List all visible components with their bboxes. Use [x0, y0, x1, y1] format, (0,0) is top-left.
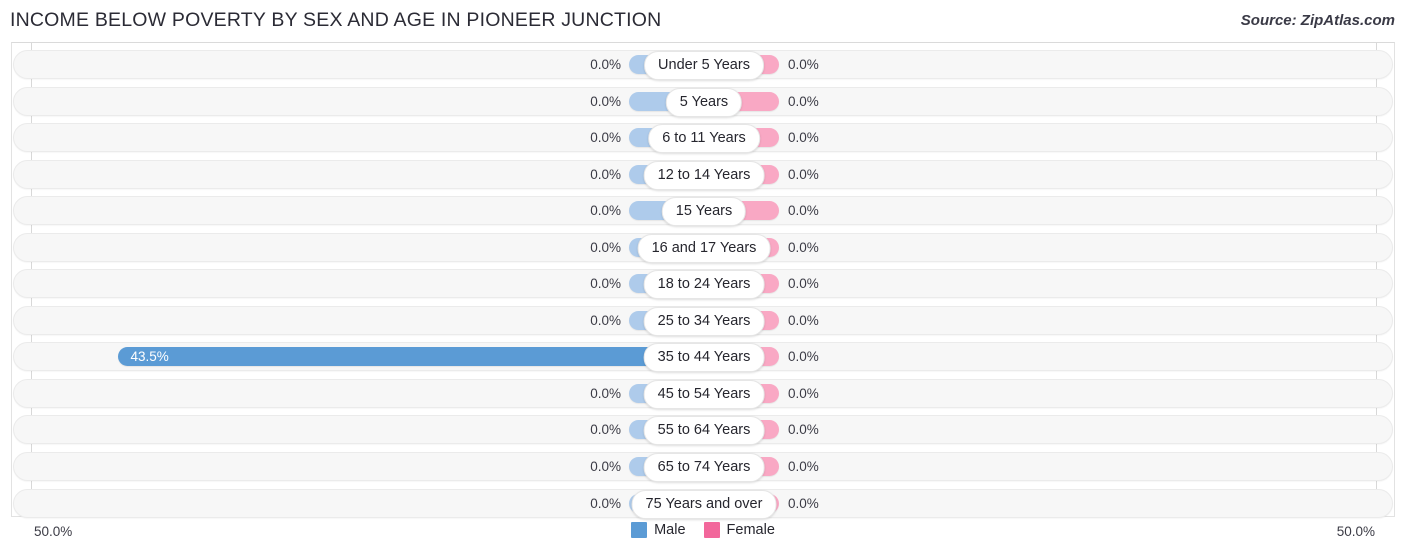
value-label-male: 0.0%: [590, 459, 621, 475]
value-label-female: 0.0%: [788, 203, 819, 219]
legend-swatch-icon: [631, 522, 648, 538]
value-label-female: 0.0%: [788, 239, 819, 255]
chart-row: 0.0% 0.0% 18 to 24 Years: [12, 269, 1394, 300]
value-label-male: 0.0%: [590, 422, 621, 438]
value-label-male: 0.0%: [590, 166, 621, 182]
chart-row: 0.0% 0.0% 15 Years: [12, 196, 1394, 227]
category-label: 45 to 54 Years: [643, 379, 765, 409]
value-label-male: 0.0%: [590, 312, 621, 328]
category-label: 75 Years and over: [631, 489, 777, 519]
chart-row: 43.5% 0.0% 35 to 44 Years: [12, 342, 1394, 373]
page-title: INCOME BELOW POVERTY BY SEX AND AGE IN P…: [10, 9, 662, 31]
value-label-female: 0.0%: [788, 130, 819, 146]
value-label-female: 0.0%: [788, 459, 819, 475]
value-label-male: 0.0%: [590, 495, 621, 511]
value-label-male: 0.0%: [590, 130, 621, 146]
chart-row: 0.0% 0.0% 12 to 14 Years: [12, 159, 1394, 190]
legend-label: Female: [726, 522, 775, 538]
category-label: 16 and 17 Years: [637, 233, 771, 263]
chart-row: 0.0% 0.0% 45 to 54 Years: [12, 378, 1394, 409]
value-label-male: 0.0%: [590, 276, 621, 292]
category-label: Under 5 Years: [644, 51, 764, 80]
value-label-female: 0.0%: [788, 312, 819, 328]
legend-item[interactable]: Female: [703, 522, 775, 538]
chart-row: 0.0% 0.0% 55 to 64 Years: [12, 415, 1394, 446]
chart-row: 0.0% 0.0% 65 to 74 Years: [12, 452, 1394, 483]
value-label-female: 0.0%: [788, 276, 819, 292]
value-label-male: 43.5%: [130, 349, 169, 365]
chart-row: 0.0% 0.0% 25 to 34 Years: [12, 305, 1394, 336]
category-label: 15 Years: [661, 197, 747, 227]
value-label-female: 0.0%: [788, 166, 819, 182]
legend-item[interactable]: Male: [631, 522, 686, 538]
category-label: 25 to 34 Years: [643, 306, 765, 336]
category-label: 35 to 44 Years: [643, 343, 765, 373]
chart-row: 0.0% 0.0% 6 to 11 Years: [12, 123, 1394, 154]
value-label-female: 0.0%: [788, 422, 819, 438]
category-label: 12 to 14 Years: [643, 160, 765, 190]
category-label: 55 to 64 Years: [643, 416, 765, 446]
source-attribution: Source: ZipAtlas.com: [1240, 12, 1395, 29]
chart-row: 0.0% 0.0% 75 Years and over: [12, 488, 1394, 519]
value-label-female: 0.0%: [788, 93, 819, 109]
value-label-male: 0.0%: [590, 203, 621, 219]
value-label-female: 0.0%: [788, 385, 819, 401]
value-label-male: 0.0%: [590, 239, 621, 255]
chart-plot-area: 0.0% 0.0% Under 5 Years 0.0% 0.0% 5 Years 0.0%…: [11, 42, 1395, 519]
chart-row: 0.0% 0.0% 5 Years: [12, 86, 1394, 117]
value-label-female: 0.0%: [788, 57, 819, 72]
bar-male: [118, 347, 704, 367]
chart-rows: 0.0% 0.0% Under 5 Years 0.0% 0.0% 5 Years 0.0%…: [12, 43, 1394, 525]
value-label-male: 0.0%: [590, 57, 621, 72]
value-label-male: 0.0%: [590, 385, 621, 401]
legend-swatch-icon: [703, 522, 720, 538]
chart-footer: 50.0% 50.0% Male Female: [11, 517, 1395, 558]
category-label: 18 to 24 Years: [643, 270, 765, 300]
chart-row: 0.0% 0.0% Under 5 Years: [12, 50, 1394, 80]
value-label-female: 0.0%: [788, 349, 819, 365]
category-label: 65 to 74 Years: [643, 453, 765, 483]
value-label-male: 0.0%: [590, 93, 621, 109]
chart-legend: Male Female: [11, 522, 1395, 538]
legend-label: Male: [654, 522, 686, 538]
chart-row: 0.0% 0.0% 16 and 17 Years: [12, 232, 1394, 263]
category-label: 6 to 11 Years: [648, 124, 760, 154]
chart-header: INCOME BELOW POVERTY BY SEX AND AGE IN P…: [0, 0, 1406, 42]
value-label-female: 0.0%: [788, 495, 819, 511]
category-label: 5 Years: [665, 87, 743, 117]
